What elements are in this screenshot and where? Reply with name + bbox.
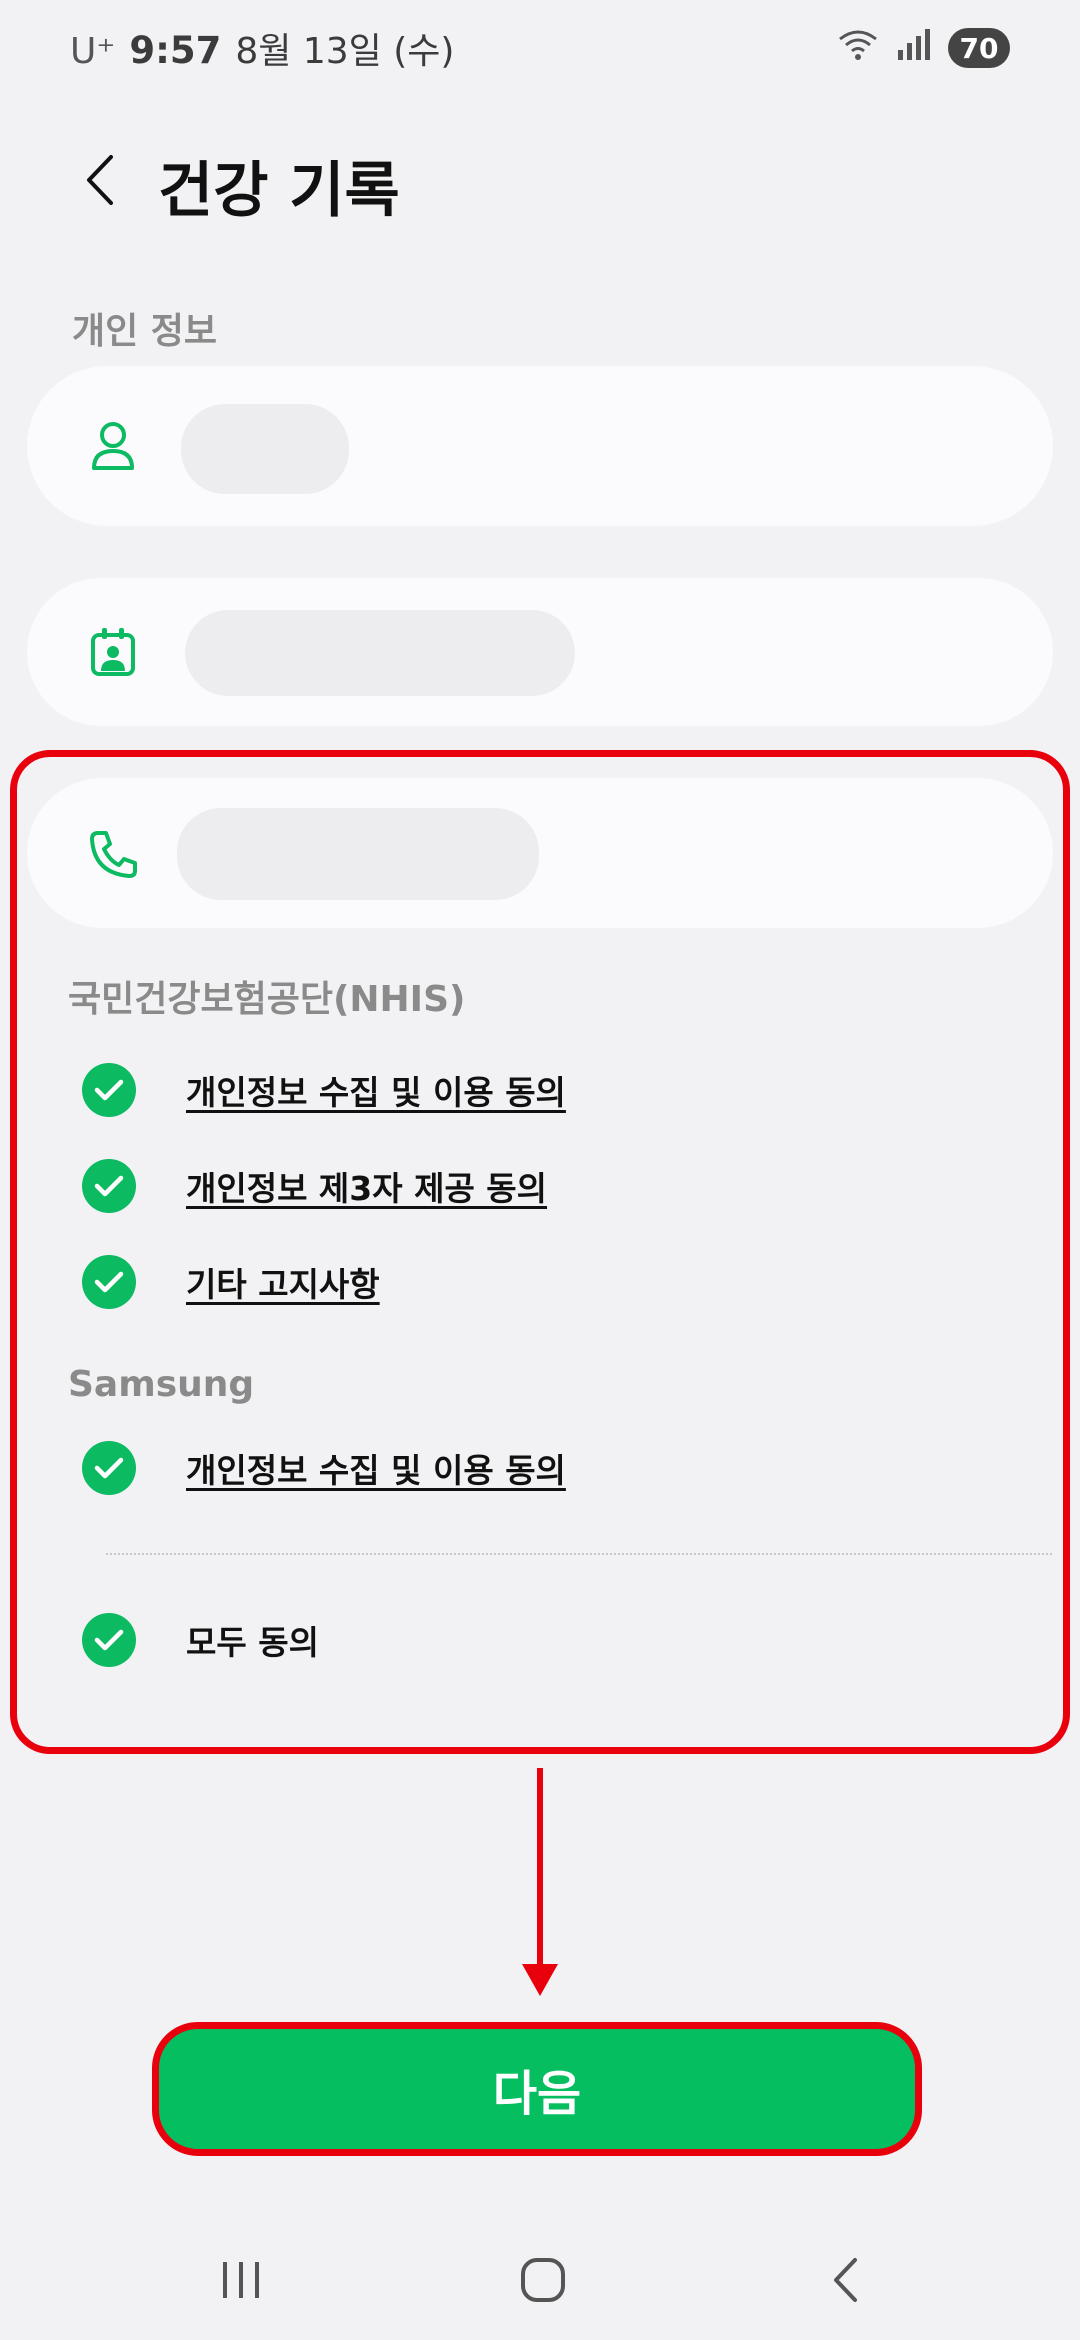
phone-icon	[85, 826, 141, 882]
status-bar: U⁺ 9:57 8월 13일 (수) 70	[0, 0, 1080, 96]
signal-icon	[896, 28, 930, 69]
nhis-consent-third-party-link[interactable]: 개인정보 제3자 제공 동의	[186, 1162, 547, 1210]
back-button[interactable]	[70, 150, 130, 210]
nhis-other-notices-row[interactable]: 기타 고지사항	[82, 1250, 380, 1314]
chevron-left-icon	[87, 155, 113, 205]
check-circle-icon[interactable]	[82, 1613, 136, 1667]
app-header: 건강 기록	[0, 130, 1080, 230]
clock: 9:57	[129, 29, 222, 72]
recent-apps-button[interactable]	[206, 2250, 276, 2310]
nav-back-button[interactable]	[810, 2250, 880, 2310]
samsung-consent-collection-link[interactable]: 개인정보 수집 및 이용 동의	[186, 1444, 566, 1492]
personal-info-label: 개인 정보	[72, 311, 218, 352]
person-icon	[85, 418, 141, 474]
battery-indicator: 70	[948, 28, 1010, 68]
check-circle-icon[interactable]	[82, 1255, 136, 1309]
samsung-section-label: Samsung	[68, 1364, 255, 1405]
birthdate-value-redacted	[185, 610, 575, 696]
recent-apps-icon	[223, 2262, 259, 2298]
nhis-section-label: 국민건강보험공단(NHIS)	[68, 979, 466, 1020]
check-circle-icon[interactable]	[82, 1159, 136, 1213]
status-left: U⁺ 9:57 8월 13일 (수)	[70, 22, 454, 74]
calendar-person-icon	[85, 624, 141, 680]
status-right: 70	[838, 27, 1010, 70]
page-title: 건강 기록	[158, 156, 400, 226]
check-circle-icon[interactable]	[82, 1063, 136, 1117]
system-nav-bar	[0, 2230, 1080, 2330]
nhis-consent-collection-row[interactable]: 개인정보 수집 및 이용 동의	[82, 1058, 566, 1122]
nhis-consent-third-party-row[interactable]: 개인정보 제3자 제공 동의	[82, 1154, 547, 1218]
nhis-consent-collection-link[interactable]: 개인정보 수집 및 이용 동의	[186, 1066, 566, 1114]
samsung-consent-collection-row[interactable]: 개인정보 수집 및 이용 동의	[82, 1436, 566, 1500]
phone-value-redacted	[177, 808, 539, 900]
name-field-card[interactable]	[27, 366, 1053, 526]
carrier-label: U⁺	[70, 31, 116, 72]
home-button[interactable]	[508, 2250, 578, 2310]
check-circle-icon[interactable]	[82, 1441, 136, 1495]
next-button[interactable]: 다음	[152, 2022, 922, 2156]
phone-field-card[interactable]	[27, 778, 1053, 928]
home-icon	[521, 2258, 565, 2302]
date: 8월 13일 (수)	[235, 31, 455, 72]
chevron-left-icon	[834, 2258, 857, 2302]
agree-all-row[interactable]: 모두 동의	[82, 1608, 319, 1672]
annotation-arrow-down-icon	[522, 1768, 558, 1996]
name-value-redacted	[181, 404, 349, 494]
nhis-other-notices-link[interactable]: 기타 고지사항	[186, 1258, 380, 1306]
birthdate-field-card[interactable]	[27, 578, 1053, 726]
divider	[106, 1553, 1052, 1555]
agree-all-label[interactable]: 모두 동의	[186, 1616, 319, 1664]
wifi-icon	[838, 27, 878, 70]
